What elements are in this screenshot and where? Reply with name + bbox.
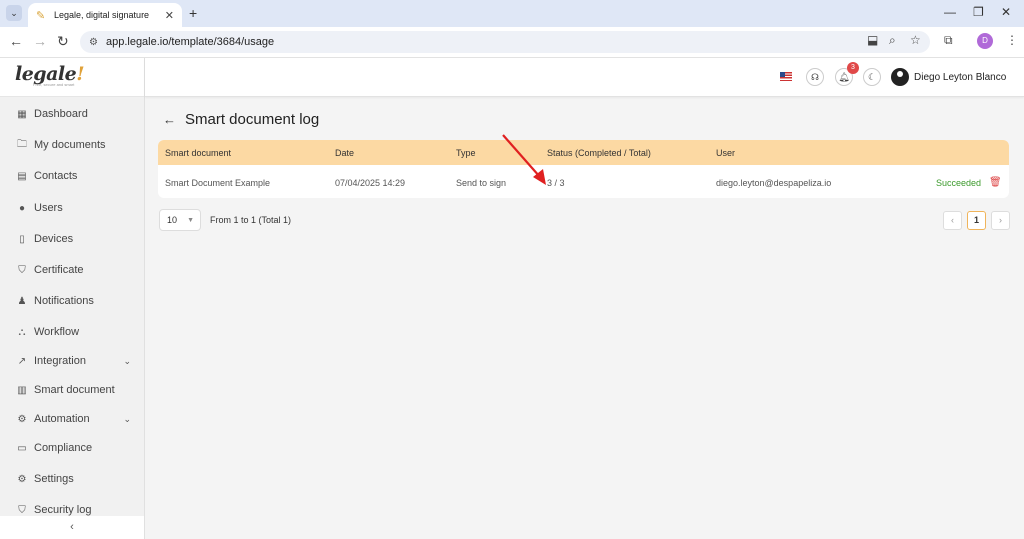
sidebar-item-label: Certificate bbox=[34, 264, 84, 276]
sidebar-item-integration[interactable]: ↗ Integration ⌄ bbox=[0, 351, 144, 371]
row-user: diego.leyton@despapeliza.io bbox=[716, 178, 832, 188]
page-1-button[interactable]: 1 bbox=[967, 211, 986, 230]
user-avatar[interactable] bbox=[891, 68, 909, 86]
user-icon: ● bbox=[18, 202, 26, 214]
install-app-icon[interactable]: ⬓ bbox=[867, 33, 878, 47]
settings-icon: ⚙ bbox=[17, 473, 27, 485]
sidebar-item-label: My documents bbox=[34, 139, 106, 151]
notification-badge: 3 bbox=[847, 62, 859, 74]
sidebar-item-dashboard[interactable]: ▦ Dashboard bbox=[0, 104, 144, 124]
app-topbar: ☊ 🔔︎ 3 ☾ Diego Leyton Blanco bbox=[145, 58, 1024, 97]
gear-icon: ⚙ bbox=[17, 413, 27, 425]
workflow-icon: ⛬ bbox=[18, 326, 26, 338]
theme-toggle-icon[interactable]: ☾ bbox=[863, 68, 881, 86]
contacts-icon: ▤ bbox=[17, 170, 27, 182]
sidebar-item-label: Settings bbox=[34, 473, 74, 485]
row-document-name: Smart Document Example bbox=[165, 178, 271, 188]
page-header: ← Smart document log bbox=[163, 111, 319, 128]
chevron-down-icon: ▼ bbox=[187, 216, 194, 224]
bell-icon: ♟ bbox=[17, 295, 27, 307]
sidebar-item-label: Contacts bbox=[34, 170, 78, 182]
folder-icon: 🗀 bbox=[17, 138, 27, 150]
delete-trash-icon[interactable]: 🗑︎ bbox=[989, 177, 1002, 188]
sidebar-item-label: Devices bbox=[34, 233, 74, 245]
profile-avatar[interactable]: D bbox=[977, 33, 993, 49]
sidebar-item-contacts[interactable]: ▤ Contacts bbox=[0, 166, 144, 186]
url-text: app.legale.io/template/3684/usage bbox=[105, 36, 275, 48]
prev-page-button[interactable]: ‹ bbox=[943, 211, 962, 230]
sidebar-item-label: Users bbox=[34, 202, 63, 214]
zoom-icon[interactable]: ⌕ bbox=[889, 33, 896, 48]
table-row[interactable]: Smart Document Example 07/04/2025 14:29 … bbox=[158, 140, 1009, 198]
restore-icon[interactable]: ❐ bbox=[973, 5, 984, 19]
sidebar-item-my-documents[interactable]: 🗀 My documents bbox=[0, 135, 144, 155]
back-arrow-icon[interactable]: ← bbox=[163, 112, 176, 127]
security-shield-icon: ⛉ bbox=[18, 504, 26, 516]
user-name[interactable]: Diego Leyton Blanco bbox=[914, 72, 1006, 83]
address-bar[interactable]: ⚙ app.legale.io/template/3684/usage bbox=[80, 31, 930, 53]
sidebar-item-certificate[interactable]: ⛉ Certificate bbox=[0, 260, 144, 280]
new-tab-button[interactable]: + bbox=[189, 5, 197, 21]
sidebar-item-label: Dashboard bbox=[34, 108, 88, 120]
window-close-icon[interactable]: ✕ bbox=[1001, 5, 1011, 19]
browser-menu-icon[interactable]: ⋮ bbox=[1006, 33, 1018, 47]
chevron-down-icon: ⌄ bbox=[123, 355, 131, 366]
support-icon[interactable]: ☊ bbox=[806, 68, 824, 86]
chevron-down-icon: ⌄ bbox=[123, 413, 131, 424]
page-title: Smart document log bbox=[185, 111, 320, 128]
row-date: 07/04/2025 14:29 bbox=[335, 178, 406, 188]
back-icon[interactable]: ← bbox=[9, 33, 23, 49]
chat-icon: ▭ bbox=[17, 442, 27, 454]
page-size-select[interactable]: 10 ▼ bbox=[159, 209, 201, 231]
sidebar-item-users[interactable]: ● Users bbox=[0, 198, 144, 218]
reload-icon[interactable]: ↻ bbox=[57, 33, 69, 50]
sidebar-item-label: Automation bbox=[34, 413, 90, 425]
tab-search-button[interactable]: ⌄ bbox=[6, 5, 22, 21]
sidebar-item-compliance[interactable]: ▭ Compliance bbox=[0, 438, 144, 458]
row-type: Send to sign bbox=[456, 178, 507, 188]
sidebar-item-smart-document[interactable]: ▥ Smart document bbox=[0, 380, 144, 400]
extensions-icon[interactable]: ⧉ bbox=[944, 33, 953, 48]
sidebar-item-automation[interactable]: ⚙ Automation ⌄ bbox=[0, 409, 144, 429]
site-settings-icon[interactable]: ⚙ bbox=[89, 37, 98, 48]
smart-document-icon: ▥ bbox=[17, 384, 27, 396]
sidebar-item-label: Notifications bbox=[34, 295, 94, 307]
bookmark-star-icon[interactable]: ☆ bbox=[910, 33, 921, 47]
sidebar-item-label: Compliance bbox=[34, 442, 93, 454]
sidebar-item-label: Security log bbox=[34, 504, 92, 516]
tab-title: Legale, digital signature bbox=[54, 10, 150, 20]
next-page-button[interactable]: › bbox=[991, 211, 1010, 230]
page-size-value: 10 bbox=[167, 215, 178, 225]
browser-toolbar: ← → ↻ ⚙ app.legale.io/template/3684/usag… bbox=[0, 27, 1024, 58]
integration-icon: ↗ bbox=[17, 355, 27, 367]
sidebar-item-notifications[interactable]: ♟ Notifications bbox=[0, 291, 144, 311]
minimize-icon[interactable]: — bbox=[944, 5, 956, 19]
sidebar: legale! Free, secure and smart ▦ Dashboar… bbox=[0, 58, 145, 539]
tablet-icon: ▯ bbox=[19, 233, 25, 245]
sidebar-item-label: Integration bbox=[34, 355, 86, 367]
annotation-arrow bbox=[502, 134, 546, 185]
us-flag-icon[interactable] bbox=[780, 72, 792, 81]
logo-tagline: Free, secure and smart bbox=[33, 82, 75, 87]
pagination-info: From 1 to 1 (Total 1) bbox=[210, 215, 292, 225]
dashboard-icon: ▦ bbox=[17, 108, 27, 120]
logo-area[interactable]: legale! Free, secure and smart bbox=[0, 58, 144, 97]
result-badge: Succeeded bbox=[936, 178, 982, 188]
browser-tabstrip: ⌄ ✎ Legale, digital signature ✕ + — ❐ ✕ bbox=[0, 0, 1024, 27]
sidebar-item-label: Workflow bbox=[34, 326, 80, 338]
shield-icon: ⛉ bbox=[18, 264, 26, 276]
sidebar-item-settings[interactable]: ⚙ Settings bbox=[0, 469, 144, 489]
collapse-sidebar-button[interactable]: ‹ bbox=[0, 516, 144, 539]
tab-close-icon[interactable]: ✕ bbox=[165, 9, 174, 22]
sidebar-item-label: Smart document bbox=[34, 384, 115, 396]
sidebar-item-workflow[interactable]: ⛬ Workflow bbox=[0, 322, 144, 342]
sidebar-item-devices[interactable]: ▯ Devices bbox=[0, 229, 144, 249]
forward-icon[interactable]: → bbox=[33, 33, 47, 49]
browser-tab[interactable]: ✎ Legale, digital signature ✕ bbox=[28, 3, 182, 27]
legale-favicon-icon: ✎ bbox=[36, 9, 46, 22]
